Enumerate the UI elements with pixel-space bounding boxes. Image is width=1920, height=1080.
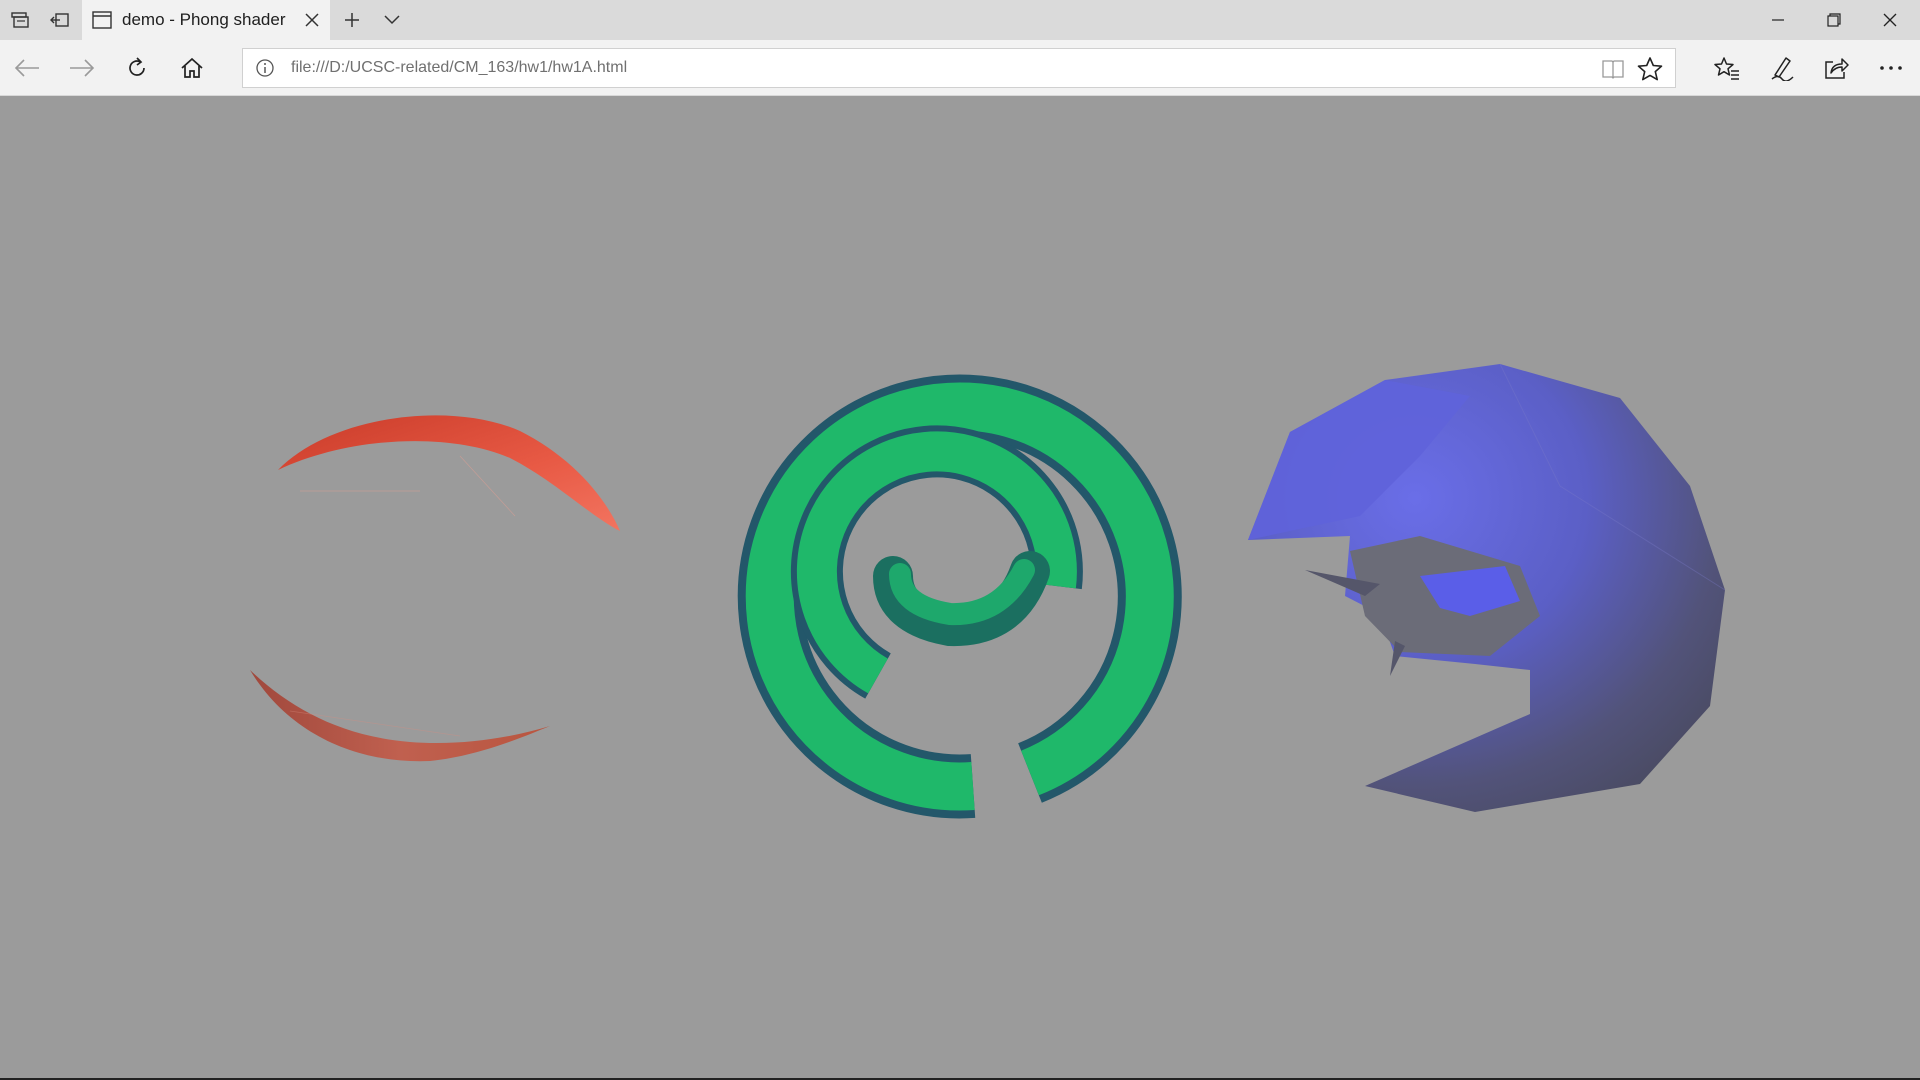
home-icon [181, 57, 203, 78]
arrow-right-icon [70, 59, 95, 77]
share-icon [1825, 58, 1849, 79]
star-icon[interactable] [1637, 56, 1663, 82]
minimize-icon [1772, 19, 1784, 21]
scene-render [250, 363, 1726, 819]
red-sphere-segments [250, 415, 620, 762]
navigation-bar: file:///D:/UCSC-related/CM_163/hw1/hw1A.… [0, 40, 1920, 96]
page-icon [92, 11, 112, 29]
set-tabs-aside-icon[interactable] [42, 0, 78, 40]
tab-demo[interactable]: demo - Phong shader [82, 0, 330, 40]
green-torus-spiral [737, 374, 1182, 819]
more-icon [1880, 66, 1902, 70]
tab-title: demo - Phong shader [122, 10, 286, 29]
blue-rock-shell [1248, 363, 1726, 812]
tab-preview-button[interactable] [374, 0, 410, 40]
book-icon[interactable] [1601, 57, 1625, 81]
pen-icon [1771, 57, 1794, 81]
restore-icon [1827, 13, 1841, 27]
home-button[interactable] [170, 46, 214, 90]
info-icon[interactable] [255, 58, 275, 78]
new-tab-button[interactable] [334, 0, 370, 40]
favorites-hub-button[interactable] [1705, 46, 1749, 90]
restore-button[interactable] [1806, 0, 1862, 40]
favorites-list-icon [1714, 57, 1739, 80]
forward-button[interactable] [60, 46, 104, 90]
address-url[interactable]: file:///D:/UCSC-related/CM_163/hw1/hw1A.… [291, 59, 627, 77]
close-tab-icon[interactable] [302, 10, 322, 30]
close-icon [1883, 13, 1897, 27]
plus-icon [345, 13, 359, 27]
close-window-button[interactable] [1862, 0, 1918, 40]
back-button[interactable] [5, 46, 49, 90]
share-button[interactable] [1814, 46, 1858, 90]
minimize-button[interactable] [1750, 0, 1806, 40]
refresh-icon [129, 57, 145, 76]
webgl-canvas[interactable] [0, 96, 1920, 1080]
tabs-aside-icon[interactable] [2, 0, 38, 40]
refresh-button[interactable] [115, 46, 159, 90]
title-bar: demo - Phong shader [0, 0, 1920, 40]
address-bar[interactable]: file:///D:/UCSC-related/CM_163/hw1/hw1A.… [242, 48, 1676, 88]
arrow-left-icon [14, 59, 39, 77]
more-button[interactable] [1869, 46, 1913, 90]
notes-button[interactable] [1760, 46, 1804, 90]
chevron-down-icon [384, 15, 400, 25]
